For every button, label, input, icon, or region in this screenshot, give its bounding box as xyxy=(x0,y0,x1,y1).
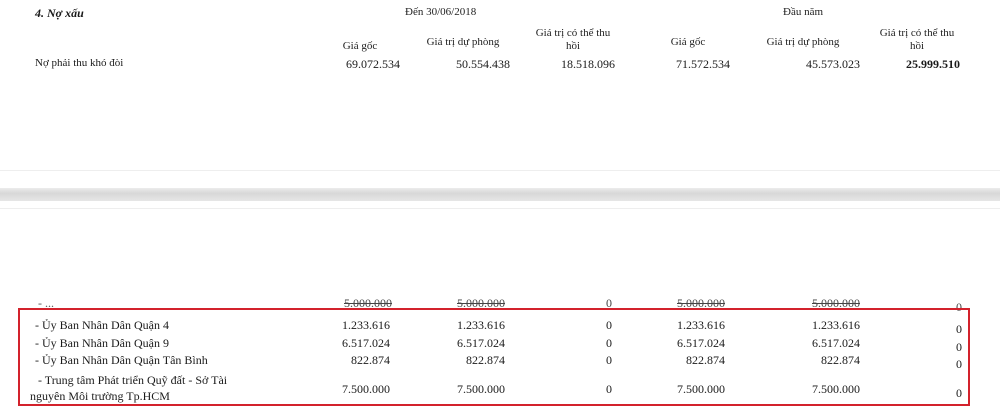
cell-current-cost: 69.072.534 xyxy=(346,57,400,71)
detail-cell: 6.517.024 xyxy=(812,336,860,350)
detail-cell: 0 xyxy=(606,318,612,332)
detail-cell: 7.500.000 xyxy=(677,382,725,396)
section-title: 4. Nợ xấu xyxy=(35,6,84,20)
detail-cell: 1.233.616 xyxy=(457,318,505,332)
detail-cell: 822.874 xyxy=(686,353,725,367)
row-label-bad-debt: Nợ phải thu khó đòi xyxy=(35,57,124,69)
detail-cell: 0 xyxy=(956,386,962,400)
detail-cell: 822.874 xyxy=(466,353,505,367)
detail-cell: 7.500.000 xyxy=(812,382,860,396)
detail-cell: 0 xyxy=(606,336,612,350)
detail-cell: 7.500.000 xyxy=(342,382,390,396)
page-divider xyxy=(0,188,1000,201)
detail-cell: 6.517.024 xyxy=(342,336,390,350)
cell-opening-recoverable: 25.999.510 xyxy=(906,57,960,71)
group-header-opening: Đầu năm xyxy=(783,6,824,18)
page-edge-top xyxy=(0,170,1000,171)
detail-row-label: - Ủy Ban Nhân Dân Quận 4 xyxy=(35,318,169,332)
detail-row-label: - Trung tâm Phát triển Quỹ đất - Sở Tài xyxy=(38,373,228,387)
detail-cell: 0 xyxy=(956,340,962,354)
detail-cell: 822.874 xyxy=(821,353,860,367)
detail-cell: 0 xyxy=(956,357,962,371)
detail-cell: 6.517.024 xyxy=(457,336,505,350)
detail-cell: 7.500.000 xyxy=(457,382,505,396)
cell-current-provision: 50.554.438 xyxy=(456,57,510,71)
col-header-opening-recoverable-line1: Giá trị có thể thu xyxy=(879,27,955,39)
detail-row-label-cont: nguyên Môi trường Tp.HCM xyxy=(30,389,170,403)
detail-cell: 1.233.616 xyxy=(812,318,860,332)
detail-row-label: - Ủy Ban Nhân Dân Quận 9 xyxy=(35,336,169,350)
cell-opening-provision: 45.573.023 xyxy=(806,57,860,71)
col-header-opening-provision: Giá trị dự phòng xyxy=(766,36,840,48)
detail-row-label: - Ủy Ban Nhân Dân Quận Tân Bình xyxy=(35,353,208,367)
detail-cell: 0 xyxy=(956,322,962,336)
col-header-current-cost: Giá gốc xyxy=(342,40,378,52)
col-header-current-recoverable-line1: Giá trị có thể thu xyxy=(535,27,611,39)
cell-current-recoverable: 18.518.096 xyxy=(561,57,615,71)
col-header-opening-recoverable-line2: hồi xyxy=(909,40,925,52)
col-header-current-recoverable-line2: hồi xyxy=(565,40,581,52)
detail-cell: 0 xyxy=(606,353,612,367)
detail-cell: 0 xyxy=(606,382,612,396)
cell-opening-cost: 71.572.534 xyxy=(676,57,730,71)
detail-cell: 1.233.616 xyxy=(342,318,390,332)
col-header-opening-cost: Giá gốc xyxy=(670,36,706,48)
page-edge-bottom xyxy=(0,208,1000,209)
detail-cell: 822.874 xyxy=(351,353,390,367)
col-header-current-provision: Giá trị dự phòng xyxy=(426,36,500,48)
detail-cell: 6.517.024 xyxy=(677,336,725,350)
detail-cell: 1.233.616 xyxy=(677,318,725,332)
group-header-current: Đến 30/06/2018 xyxy=(405,6,477,18)
